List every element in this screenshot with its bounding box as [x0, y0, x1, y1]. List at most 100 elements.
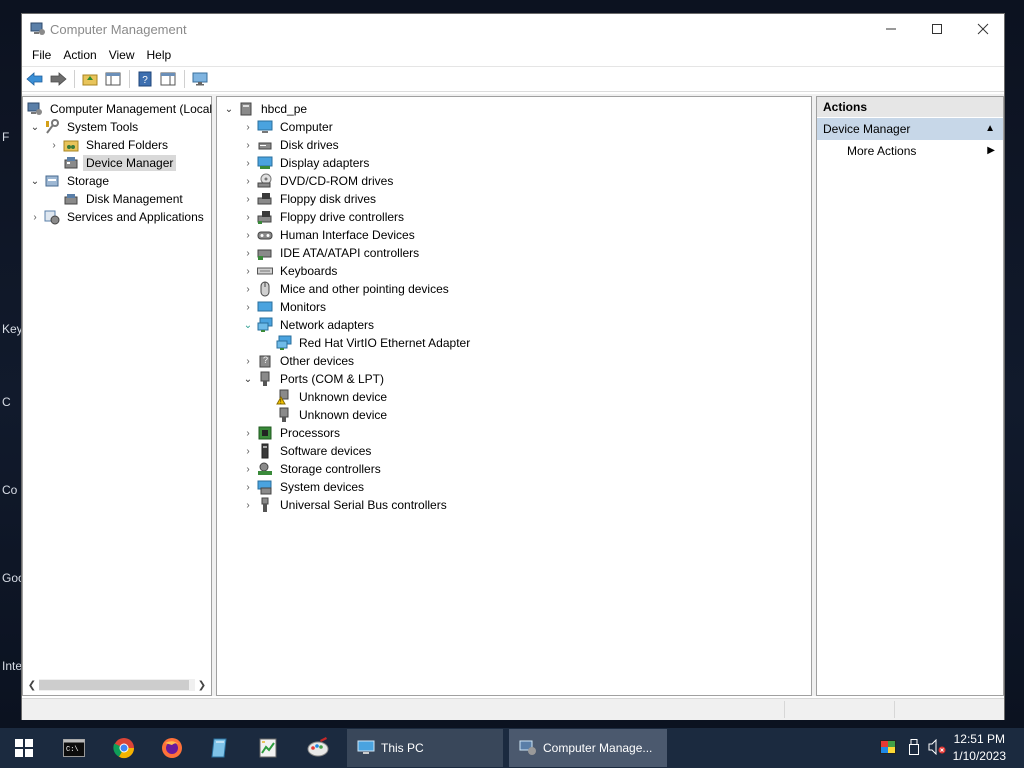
chevron-right-icon[interactable]: › — [242, 208, 254, 226]
device-unknown-device[interactable]: Unknown device — [261, 406, 390, 424]
show-hide-action-pane-button[interactable] — [157, 69, 179, 89]
chevron-right-icon[interactable]: › — [242, 424, 254, 442]
color-tray-icon[interactable] — [879, 738, 897, 756]
device-category-mice[interactable]: › Mice and other pointing devices — [242, 280, 452, 298]
device-category-usb-controllers[interactable]: › Universal Serial Bus controllers — [242, 496, 450, 514]
device-category-floppy-drive-controllers[interactable]: › Floppy drive controllers — [242, 208, 407, 226]
menu-file[interactable]: File — [26, 46, 57, 64]
chevron-right-icon[interactable]: › — [242, 496, 254, 514]
desktop-icon-label[interactable]: Inte — [2, 659, 22, 673]
show-hide-console-tree-button[interactable] — [102, 69, 124, 89]
more-actions-item[interactable]: More Actions ▶ — [817, 140, 1003, 162]
desktop-icon-label[interactable]: Key — [2, 322, 23, 336]
device-red-hat-virtio-ethernet[interactable]: Red Hat VirtIO Ethernet Adapter — [261, 334, 473, 352]
taskbar-this-pc[interactable]: This PC — [347, 729, 503, 767]
tree-item-computer-management[interactable]: Computer Management (Local — [25, 100, 215, 118]
device-category-dvd-cd-rom[interactable]: › DVD/CD-ROM drives — [242, 172, 396, 190]
device-category-ports[interactable]: ⌄ Ports (COM & LPT) — [242, 370, 387, 388]
up-one-level-button[interactable] — [79, 69, 101, 89]
chevron-right-icon[interactable]: › — [242, 244, 254, 262]
volume-tray-icon[interactable] — [928, 738, 946, 756]
device-category-storage-controllers[interactable]: › Storage controllers — [242, 460, 384, 478]
minimize-button[interactable] — [868, 14, 914, 44]
device-category-floppy-disk-drives[interactable]: › Floppy disk drives — [242, 190, 379, 208]
chevron-down-icon[interactable]: ⌄ — [29, 118, 41, 136]
desktop-icon-label[interactable]: F — [2, 130, 9, 144]
device-category-system-devices[interactable]: › System devices — [242, 478, 367, 496]
taskbar-chrome[interactable] — [104, 728, 144, 768]
device-category-human-interface-devices[interactable]: › Human Interface Devices — [242, 226, 418, 244]
scroll-track[interactable] — [39, 679, 195, 691]
start-button[interactable] — [4, 728, 44, 768]
chevron-down-icon[interactable]: ⌄ — [223, 100, 235, 118]
taskbar-notepad-app[interactable] — [200, 728, 240, 768]
scroll-left-icon[interactable]: ❮ — [25, 680, 39, 691]
chevron-right-icon[interactable]: › — [242, 460, 254, 478]
device-category-keyboards[interactable]: › Keyboards — [242, 262, 340, 280]
device-category-processors[interactable]: › Processors — [242, 424, 343, 442]
chevron-right-icon[interactable]: › — [29, 208, 41, 226]
device-category-software-devices[interactable]: › Software devices — [242, 442, 374, 460]
horizontal-scrollbar[interactable]: ❮ ❯ — [25, 677, 209, 693]
device-category-display-adapters[interactable]: › Display adapters — [242, 154, 372, 172]
monitor-button[interactable] — [189, 69, 211, 89]
tree-item-disk-management[interactable]: Disk Management — [48, 190, 186, 208]
tree-item-services-and-applications[interactable]: › Services and Applications — [29, 208, 207, 226]
tree-item-system-tools[interactable]: ⌄ System Tools — [29, 118, 141, 136]
back-arrow-icon — [26, 72, 43, 86]
chevron-right-icon[interactable]: › — [242, 298, 254, 316]
close-button[interactable] — [960, 14, 1006, 44]
scroll-right-icon[interactable]: ❯ — [195, 680, 209, 691]
chevron-down-icon[interactable]: ⌄ — [29, 172, 41, 190]
taskbar-spreadsheet-app[interactable] — [248, 728, 288, 768]
desktop-icon-label[interactable]: C — [2, 395, 11, 409]
device-category-ide-ata-atapi[interactable]: › IDE ATA/ATAPI controllers — [242, 244, 422, 262]
chevron-right-icon[interactable]: › — [242, 226, 254, 244]
chevron-right-icon[interactable]: › — [242, 352, 254, 370]
chevron-right-icon[interactable]: › — [242, 190, 254, 208]
device-category-monitors[interactable]: › Monitors — [242, 298, 329, 316]
forward-button[interactable] — [47, 69, 69, 89]
warning-device-icon: ! — [276, 389, 289, 405]
chevron-right-icon[interactable]: › — [48, 136, 60, 154]
device-category-computer[interactable]: › Computer — [242, 118, 336, 136]
chevron-right-icon[interactable]: › — [242, 172, 254, 190]
scroll-thumb[interactable] — [39, 680, 189, 690]
folder-up-icon — [82, 74, 98, 86]
status-bar — [22, 698, 1004, 720]
chevron-right-icon[interactable]: › — [242, 118, 254, 136]
actions-section-device-manager[interactable]: Device Manager ▲ — [817, 118, 1003, 140]
taskbar-command-prompt[interactable]: C:\ — [54, 728, 94, 768]
usb-tray-icon[interactable] — [905, 738, 923, 756]
chevron-right-icon[interactable]: › — [242, 478, 254, 496]
device-category-disk-drives[interactable]: › Disk drives — [242, 136, 342, 154]
software-device-icon — [261, 443, 269, 459]
menu-action[interactable]: Action — [57, 46, 102, 64]
back-button[interactable] — [24, 69, 46, 89]
chevron-right-icon[interactable]: › — [242, 280, 254, 298]
collapse-up-icon[interactable]: ▲ — [985, 118, 995, 140]
device-category-other-devices[interactable]: › ? Other devices — [242, 352, 357, 370]
chevron-right-icon[interactable]: › — [242, 154, 254, 172]
device-tree-root[interactable]: ⌄ hbcd_pe — [223, 100, 310, 118]
tree-item-storage[interactable]: ⌄ Storage — [29, 172, 112, 190]
chevron-right-icon[interactable]: › — [242, 136, 254, 154]
chevron-down-icon[interactable]: ⌄ — [242, 316, 254, 334]
title-bar[interactable]: Computer Management — [22, 14, 1004, 44]
menu-view[interactable]: View — [103, 46, 141, 64]
taskbar-firefox[interactable] — [152, 728, 192, 768]
chevron-right-icon[interactable]: › — [242, 262, 254, 280]
tree-item-shared-folders[interactable]: › Shared Folders — [48, 136, 171, 154]
help-button[interactable]: ? — [134, 69, 156, 89]
menu-help[interactable]: Help — [141, 46, 178, 64]
taskbar-paint-app[interactable] — [298, 728, 338, 768]
chevron-down-icon[interactable]: ⌄ — [242, 370, 254, 388]
desktop-icon-label[interactable]: Co — [2, 483, 17, 497]
device-category-network-adapters[interactable]: ⌄ Network adapters — [242, 316, 377, 334]
chevron-right-icon[interactable]: › — [242, 442, 254, 460]
maximize-button[interactable] — [914, 14, 960, 44]
tree-item-device-manager[interactable]: Device Manager — [48, 154, 177, 172]
device-unknown-device-warning[interactable]: ! Unknown device — [261, 388, 390, 406]
system-clock[interactable]: 12:51 PM 1/10/2023 — [953, 731, 1006, 765]
taskbar-computer-management[interactable]: Computer Manage... — [509, 729, 667, 767]
